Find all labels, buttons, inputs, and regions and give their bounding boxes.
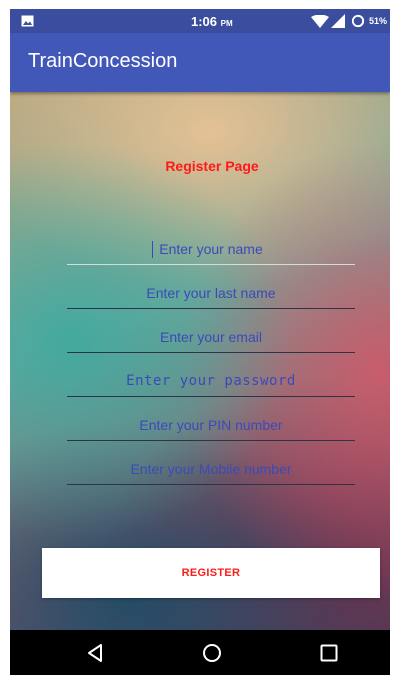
first-name-input[interactable] bbox=[67, 235, 355, 263]
email-input[interactable] bbox=[67, 323, 355, 351]
input-underline bbox=[67, 264, 355, 265]
recents-button[interactable] bbox=[318, 642, 340, 664]
pin-field[interactable] bbox=[67, 411, 355, 441]
cell-signal-icon bbox=[331, 14, 345, 28]
register-screen: Register Page REGISTER bbox=[10, 92, 390, 630]
input-underline bbox=[67, 440, 355, 441]
app-bar: TrainConcession bbox=[10, 33, 390, 92]
mobile-number-input[interactable] bbox=[67, 455, 355, 483]
input-underline bbox=[67, 308, 355, 309]
status-bar: 1:06 PM 51% bbox=[10, 9, 390, 33]
app-title: TrainConcession bbox=[28, 50, 178, 72]
battery-icon bbox=[351, 14, 365, 28]
mobile-number-field[interactable] bbox=[67, 455, 355, 485]
input-underline bbox=[67, 352, 355, 353]
last-name-field[interactable] bbox=[67, 279, 355, 309]
first-name-field[interactable] bbox=[67, 235, 355, 265]
input-underline bbox=[67, 396, 355, 397]
back-triangle-icon bbox=[88, 644, 102, 662]
page-title: Register Page bbox=[165, 158, 259, 174]
email-field[interactable] bbox=[67, 323, 355, 353]
home-circle-icon bbox=[203, 644, 221, 662]
pin-input[interactable] bbox=[67, 411, 355, 439]
navigation-bar bbox=[10, 630, 390, 675]
text-cursor bbox=[152, 241, 153, 258]
password-input[interactable] bbox=[67, 367, 355, 395]
password-field[interactable] bbox=[67, 367, 355, 397]
gallery-notification-icon bbox=[21, 15, 34, 27]
battery-percent: 51% bbox=[369, 16, 388, 26]
status-clock: 1:06 PM bbox=[191, 14, 233, 29]
recents-square-icon bbox=[320, 644, 338, 662]
home-button[interactable] bbox=[201, 642, 223, 664]
back-button[interactable] bbox=[84, 642, 106, 664]
register-button[interactable]: REGISTER bbox=[42, 548, 380, 598]
phone-screen: 1:06 PM 51% TrainConcession Register Pag… bbox=[10, 9, 390, 675]
input-underline bbox=[67, 484, 355, 485]
last-name-input[interactable] bbox=[67, 279, 355, 307]
wifi-icon bbox=[311, 15, 329, 28]
